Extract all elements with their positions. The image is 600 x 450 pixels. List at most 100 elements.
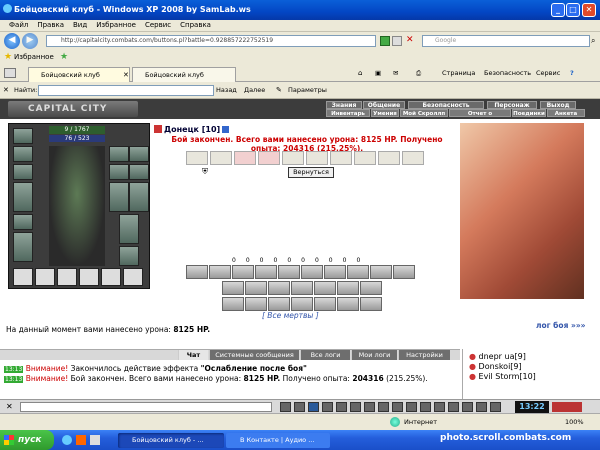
task-combats[interactable]: Бойцовский клуб - ... bbox=[118, 433, 224, 448]
tab-combats-1[interactable]: Бойцовский клуб ✕ bbox=[28, 67, 130, 82]
compat-icon[interactable] bbox=[392, 36, 402, 46]
news-icon[interactable] bbox=[490, 402, 501, 412]
search-input[interactable]: Google bbox=[422, 35, 590, 47]
trick-button[interactable] bbox=[268, 297, 290, 311]
library-icon[interactable] bbox=[476, 402, 487, 412]
trick-button[interactable] bbox=[314, 297, 336, 311]
ie-quicklaunch-icon[interactable] bbox=[62, 435, 72, 445]
slot-bracers[interactable] bbox=[13, 232, 33, 262]
trick-button[interactable] bbox=[209, 265, 231, 279]
nav-skills[interactable]: Умения bbox=[371, 109, 399, 117]
scroll-slot[interactable] bbox=[186, 151, 208, 165]
refresh-icon[interactable] bbox=[380, 36, 390, 46]
close-button[interactable]: ✕ bbox=[582, 3, 596, 17]
rune-slot[interactable] bbox=[57, 268, 77, 286]
chat-input[interactable] bbox=[20, 402, 272, 412]
slot-cloak[interactable] bbox=[129, 182, 149, 212]
nav-transfers[interactable]: Отчет о переводах bbox=[449, 109, 511, 125]
url-input[interactable]: http://capitalcity.combats.com/buttons.p… bbox=[46, 35, 376, 47]
game-banner[interactable] bbox=[552, 402, 582, 412]
nav-my-scroll[interactable]: Мой Скроллп bbox=[400, 109, 448, 117]
menu-safety[interactable]: Безопасность bbox=[484, 69, 531, 77]
menu-page[interactable]: Страница bbox=[442, 69, 475, 77]
nav-security[interactable]: Безопасность bbox=[408, 101, 484, 109]
trick-button[interactable] bbox=[278, 265, 300, 279]
slot-armor[interactable] bbox=[13, 182, 33, 212]
forum-icon[interactable] bbox=[462, 402, 473, 412]
back-arrow-icon[interactable]: ◀ bbox=[4, 33, 20, 49]
trick-button[interactable] bbox=[255, 265, 277, 279]
stop-icon[interactable]: ✕ bbox=[406, 35, 414, 45]
trick-button[interactable] bbox=[324, 265, 346, 279]
menu-view[interactable]: Вид bbox=[73, 20, 87, 31]
clan-icon[interactable] bbox=[434, 402, 445, 412]
nav-profile[interactable]: Анкета bbox=[547, 109, 585, 117]
find-close-icon[interactable]: ✕ bbox=[3, 86, 9, 94]
help-icon[interactable]: ? bbox=[570, 69, 574, 77]
rune-slot[interactable] bbox=[35, 268, 55, 286]
menu-help[interactable]: Справка bbox=[180, 20, 211, 31]
smiles-icon[interactable] bbox=[280, 402, 291, 412]
menu-file[interactable]: Файл bbox=[9, 20, 28, 31]
slot-offhand[interactable] bbox=[109, 182, 129, 212]
nav-communication[interactable]: Общение bbox=[363, 101, 405, 109]
feeds-icon[interactable]: ▣ bbox=[375, 69, 381, 77]
slot-boots[interactable] bbox=[119, 246, 139, 266]
quick-tabs-icon[interactable] bbox=[4, 68, 16, 78]
slot-ring[interactable] bbox=[129, 146, 149, 162]
clear-chat-icon[interactable]: ✕ bbox=[6, 402, 13, 411]
trick-button[interactable] bbox=[360, 281, 382, 295]
trick-button[interactable] bbox=[360, 297, 382, 311]
trick-button[interactable] bbox=[314, 281, 336, 295]
scroll-slot[interactable] bbox=[258, 151, 280, 165]
nav-character[interactable]: Персонаж bbox=[487, 101, 537, 109]
scroll-slot[interactable] bbox=[306, 151, 328, 165]
zoom-level[interactable]: 100% bbox=[565, 418, 584, 426]
filter-icon[interactable] bbox=[294, 402, 305, 412]
slot-weapon[interactable] bbox=[13, 164, 33, 180]
trick-button[interactable] bbox=[347, 265, 369, 279]
trick-button[interactable] bbox=[291, 281, 313, 295]
slot-amulet[interactable] bbox=[13, 146, 33, 162]
forward-arrow-icon[interactable]: ▶ bbox=[22, 33, 38, 49]
menu-favorites[interactable]: Избранное bbox=[96, 20, 136, 31]
add-favorite-icon[interactable]: ★ bbox=[60, 52, 68, 62]
slot-belt[interactable] bbox=[13, 214, 33, 230]
bag-icon[interactable] bbox=[420, 402, 431, 412]
trick-button[interactable] bbox=[370, 265, 392, 279]
slot-gloves[interactable] bbox=[109, 164, 129, 180]
start-button[interactable]: пуск bbox=[0, 430, 54, 450]
trick-button[interactable] bbox=[245, 297, 267, 311]
mail-icon[interactable] bbox=[448, 402, 459, 412]
show-desktop-icon[interactable] bbox=[90, 435, 100, 445]
slot-shield[interactable] bbox=[129, 164, 149, 180]
tab-close-icon[interactable]: ✕ bbox=[123, 68, 129, 82]
tab-combats-2[interactable]: Бойцовский клуб bbox=[132, 67, 236, 82]
menu-tools-ie[interactable]: Сервис bbox=[536, 69, 560, 77]
info-icon[interactable] bbox=[222, 126, 230, 133]
slot-helmet[interactable] bbox=[13, 128, 33, 144]
send-icon[interactable] bbox=[308, 402, 319, 412]
scroll-slot[interactable] bbox=[402, 151, 424, 165]
trick-button[interactable] bbox=[291, 297, 313, 311]
favorites-label[interactable]: Избранное bbox=[14, 53, 54, 61]
find-next-button[interactable]: Далее bbox=[244, 86, 265, 94]
scroll-slot[interactable] bbox=[330, 151, 352, 165]
user-entry[interactable]: ● Evil Storm[10] bbox=[469, 372, 600, 382]
nav-knowledge[interactable]: Знания bbox=[326, 101, 362, 109]
scroll-slot[interactable] bbox=[354, 151, 376, 165]
find-options-button[interactable]: Параметры bbox=[288, 86, 327, 94]
quicklaunch-icon[interactable] bbox=[76, 435, 86, 445]
trick-button[interactable] bbox=[222, 281, 244, 295]
battle-log-link[interactable]: лог боя »»» bbox=[536, 321, 586, 330]
trick-button[interactable] bbox=[393, 265, 415, 279]
user-entry[interactable]: ● Donskoi[9] bbox=[469, 362, 600, 372]
map-icon[interactable] bbox=[392, 402, 403, 412]
rune-slot[interactable] bbox=[13, 268, 33, 286]
trick-button[interactable] bbox=[337, 297, 359, 311]
find-options-icon[interactable]: ✎ bbox=[276, 86, 282, 94]
trick-button[interactable] bbox=[222, 297, 244, 311]
find-prev-button[interactable]: Назад bbox=[216, 86, 237, 94]
quest-icon[interactable] bbox=[406, 402, 417, 412]
rune-slot[interactable] bbox=[123, 268, 143, 286]
